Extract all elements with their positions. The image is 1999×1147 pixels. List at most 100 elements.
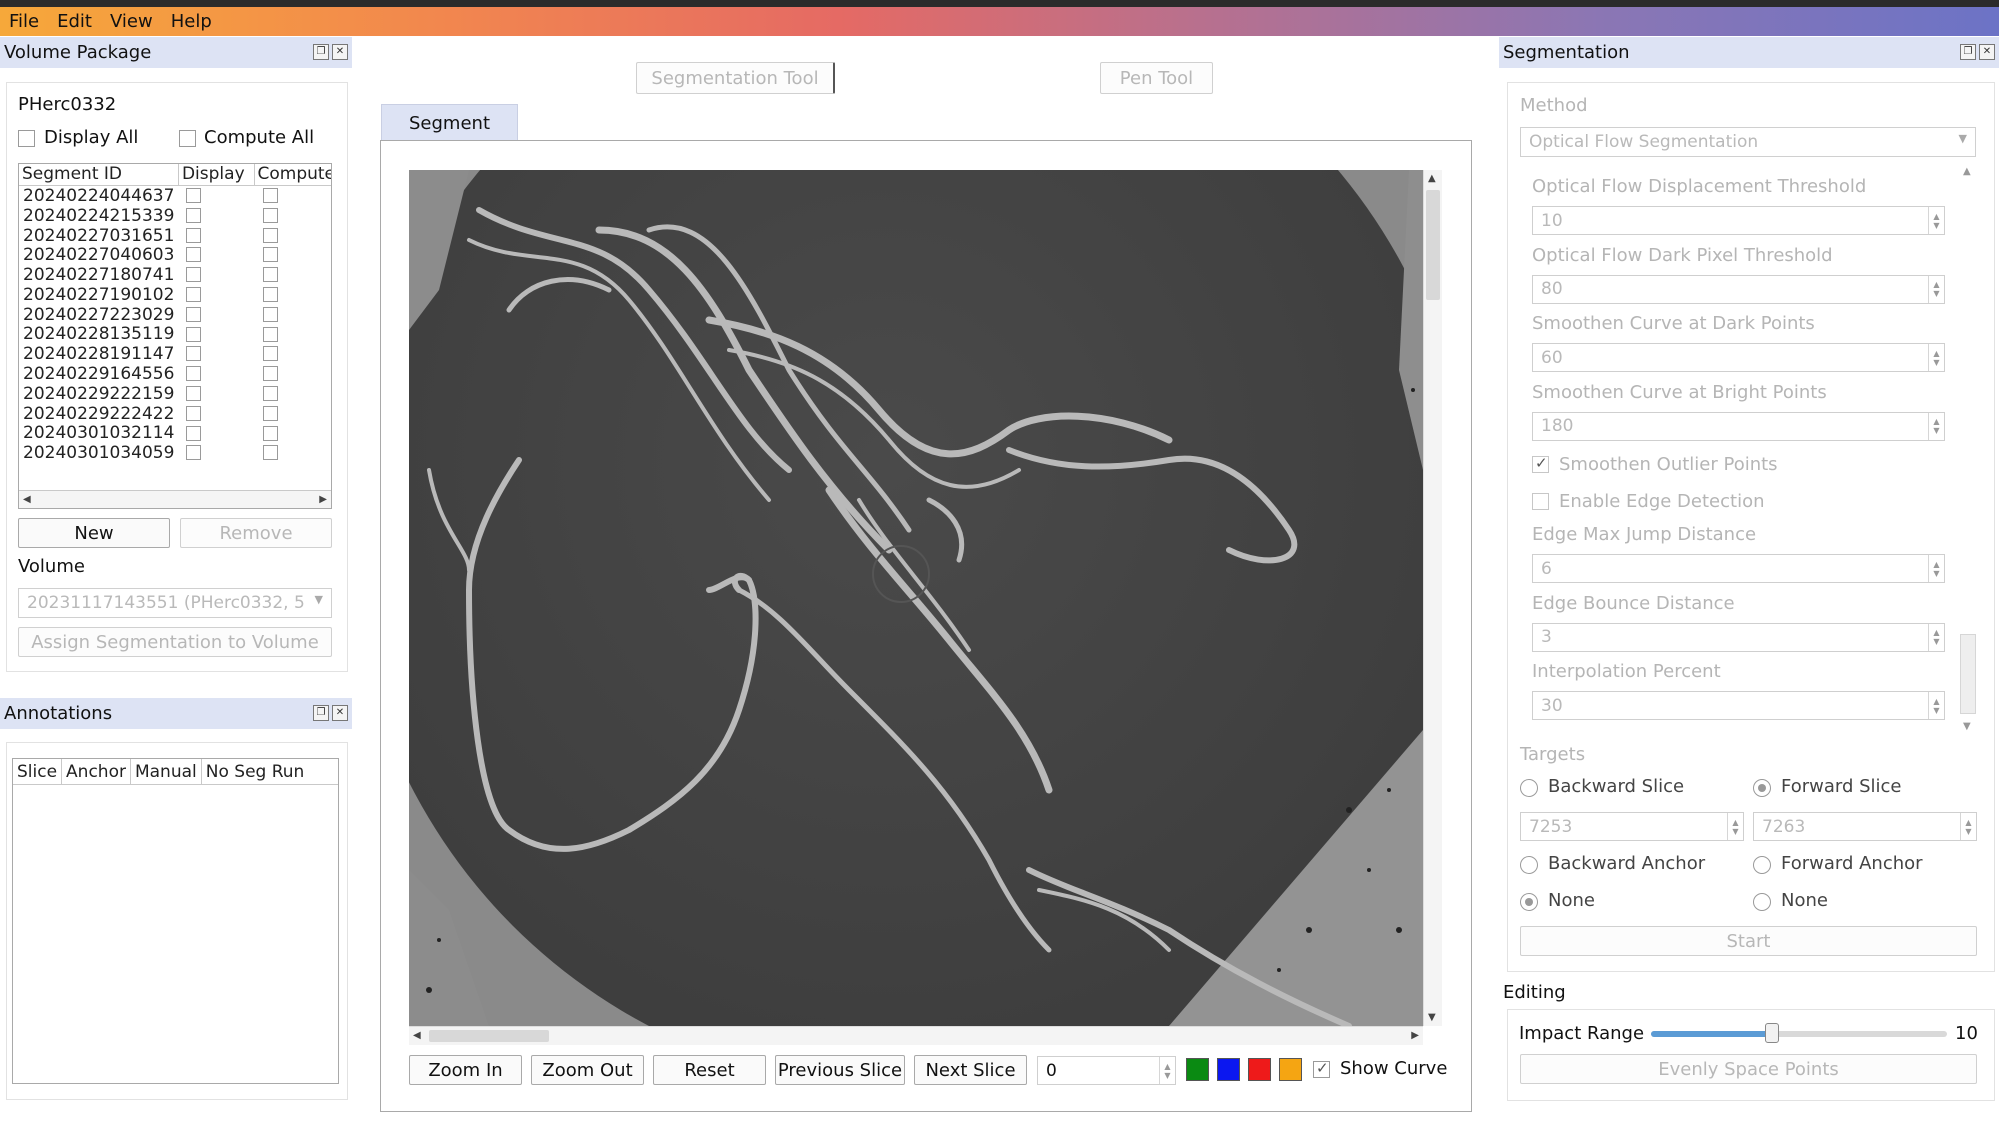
spin-arrows-icon[interactable]: ▲ ▼ [1928,344,1944,371]
segment-row[interactable]: 20240228191147 [19,344,331,364]
segment-compute-checkbox[interactable] [263,405,278,421]
segment-display-checkbox[interactable] [186,247,201,263]
volume-select[interactable]: 20231117143551 (PHerc0332, 5 ▼ [18,588,332,618]
segment-display-checkbox[interactable] [186,445,201,461]
segment-row[interactable]: 20240227031651 [19,226,331,246]
none-right-radio[interactable] [1753,893,1771,911]
col-compute[interactable]: Compute [255,164,332,185]
spin-arrows-icon[interactable]: ▲ ▼ [1159,1057,1175,1084]
segment-row[interactable]: 20240224044637 [19,186,331,206]
pen-tool-button[interactable]: Pen Tool [1100,62,1213,94]
menu-view[interactable]: View [101,11,162,32]
spin-arrows-icon[interactable]: ▲ ▼ [1928,623,1944,651]
slice-image-view[interactable] [409,170,1423,1026]
col-no-seg-run[interactable]: No Seg Run [202,759,309,784]
new-segment-button[interactable]: New [18,518,170,548]
smoothen-outlier-checkbox[interactable]: ✓ [1532,454,1549,473]
col-manual[interactable]: Manual [131,759,202,784]
evenly-space-points-button[interactable]: Evenly Space Points [1520,1054,1977,1084]
spin-arrows-icon[interactable]: ▲ ▼ [1960,813,1976,840]
param-input[interactable]: 180 ▲ ▼ [1532,411,1945,441]
params-vscrollbar[interactable]: ▲ ▼ [1958,164,1978,734]
impact-range-slider[interactable] [1651,1023,1947,1043]
param-input[interactable]: 80 ▲ ▼ [1532,274,1945,304]
segment-compute-checkbox[interactable] [263,366,278,382]
assign-segmentation-button[interactable]: Assign Segmentation to Volume [18,627,332,657]
forward-anchor-radio[interactable] [1753,856,1771,874]
vscroll-thumb[interactable] [1426,190,1440,300]
color-swatch-green[interactable] [1186,1058,1209,1081]
segment-row[interactable]: 20240228135119 [19,324,331,344]
param-input[interactable]: 60 ▲ ▼ [1532,343,1945,372]
impact-range-handle[interactable] [1765,1023,1780,1043]
segment-row[interactable]: 20240224215339 [19,206,331,226]
close-icon[interactable]: ✕ [332,705,348,721]
segment-table-hscrollbar[interactable]: ◀ ▶ [19,490,331,508]
compute-all-checkbox[interactable] [179,130,196,147]
scroll-up-icon[interactable]: ▲ [1963,166,1971,177]
zoom-out-button[interactable]: Zoom Out [531,1055,644,1085]
col-anchor[interactable]: Anchor [62,759,131,784]
param-input[interactable]: 30 ▲ ▼ [1532,691,1945,720]
col-slice[interactable]: Slice [13,759,63,784]
previous-slice-button[interactable]: Previous Slice [775,1055,905,1085]
segment-compute-checkbox[interactable] [263,306,278,322]
segment-display-checkbox[interactable] [186,346,201,362]
image-hscrollbar[interactable]: ◀ ▶ [409,1026,1423,1045]
float-icon[interactable]: ❐ [313,705,329,721]
col-display[interactable]: Display [179,164,255,185]
segment-display-checkbox[interactable] [186,286,201,302]
scroll-right-icon[interactable]: ▶ [1411,1030,1419,1041]
segment-row[interactable]: 20240229222422 [19,404,331,424]
segment-compute-checkbox[interactable] [263,326,278,342]
segment-display-checkbox[interactable] [186,267,201,283]
segment-display-checkbox[interactable] [186,306,201,322]
segment-compute-checkbox[interactable] [263,188,278,203]
segment-compute-checkbox[interactable] [263,286,278,302]
slice-number-input[interactable]: 0 ▲ ▼ [1037,1056,1176,1085]
color-swatch-blue[interactable] [1217,1058,1240,1081]
segment-display-checkbox[interactable] [186,188,201,203]
forward-slice-input[interactable]: 7263 ▲ ▼ [1753,812,1977,841]
menu-file[interactable]: File [0,11,48,32]
hscroll-thumb[interactable] [429,1030,549,1042]
zoom-in-button[interactable]: Zoom In [409,1055,522,1085]
forward-slice-radio[interactable] [1753,779,1771,797]
scroll-left-icon[interactable]: ◀ [23,494,31,505]
scroll-right-icon[interactable]: ▶ [319,494,327,505]
image-vscrollbar[interactable]: ▲ ▼ [1423,170,1442,1026]
segment-compute-checkbox[interactable] [263,346,278,362]
param-input[interactable]: 6 ▲ ▼ [1532,554,1945,583]
segment-display-checkbox[interactable] [186,405,201,421]
menu-help[interactable]: Help [162,11,221,32]
segment-row[interactable]: 20240301034059 [19,443,331,463]
display-all-checkbox[interactable] [18,130,35,147]
spin-arrows-icon[interactable]: ▲ ▼ [1928,275,1944,303]
segment-compute-checkbox[interactable] [263,247,278,263]
tab-segment[interactable]: Segment [381,104,518,141]
segment-compute-checkbox[interactable] [263,227,278,243]
segment-row[interactable]: 20240227180741 [19,265,331,285]
reset-button[interactable]: Reset [653,1055,766,1085]
color-swatch-red[interactable] [1248,1058,1271,1081]
segment-row[interactable]: 20240229222159 [19,384,331,404]
segment-row[interactable]: 20240227223029 [19,305,331,325]
spin-arrows-icon[interactable]: ▲ ▼ [1727,813,1743,840]
segment-display-checkbox[interactable] [186,385,201,401]
backward-anchor-radio[interactable] [1520,856,1538,874]
segment-display-checkbox[interactable] [186,227,201,243]
next-slice-button[interactable]: Next Slice [914,1055,1027,1085]
enable-edge-checkbox[interactable] [1532,493,1549,510]
scroll-left-icon[interactable]: ◀ [413,1030,421,1041]
spin-arrows-icon[interactable]: ▲ ▼ [1928,555,1944,582]
segment-row[interactable]: 20240301032114 [19,423,331,443]
scroll-up-icon[interactable]: ▲ [1428,173,1436,184]
col-segment-id[interactable]: Segment ID [19,164,179,185]
segment-display-checkbox[interactable] [186,326,201,342]
segment-display-checkbox[interactable] [186,366,201,382]
close-icon[interactable]: ✕ [1979,44,1995,60]
menu-edit[interactable]: Edit [48,11,101,32]
none-left-radio[interactable] [1520,893,1538,911]
segment-compute-checkbox[interactable] [263,267,278,283]
color-swatch-orange[interactable] [1279,1058,1302,1081]
